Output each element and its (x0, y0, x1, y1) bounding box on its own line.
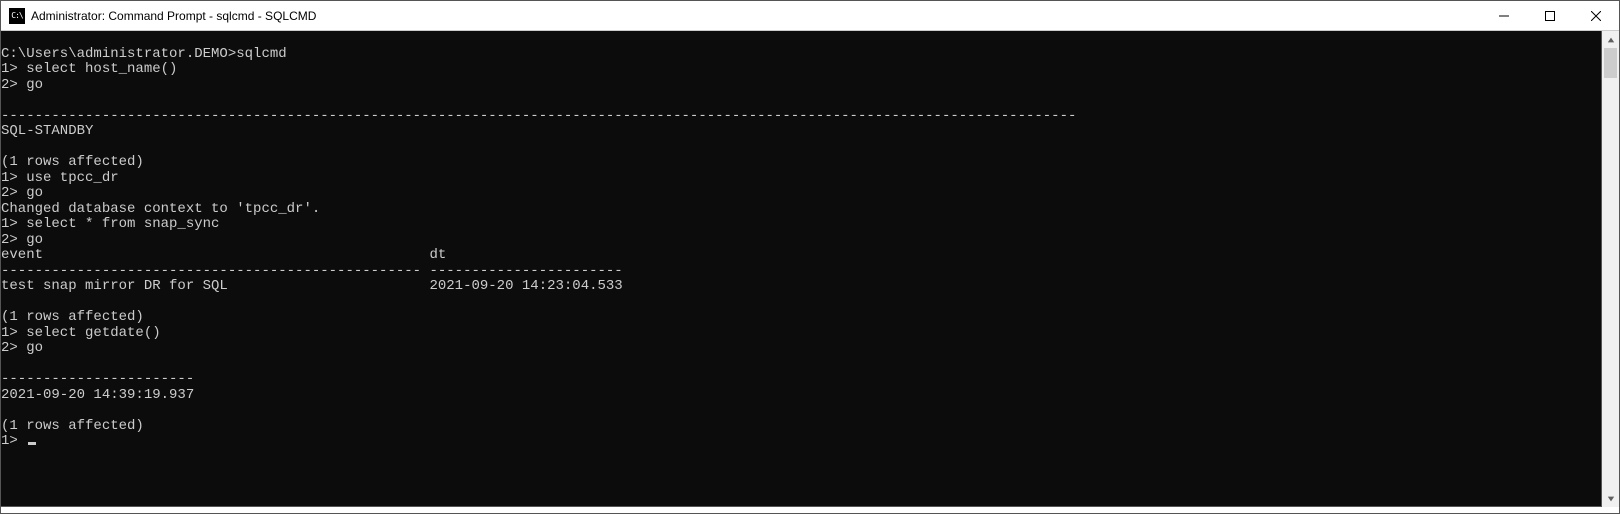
scroll-up-arrow-icon[interactable] (1602, 31, 1619, 48)
window-title: Administrator: Command Prompt - sqlcmd -… (31, 9, 316, 23)
scroll-down-arrow-icon[interactable] (1602, 490, 1619, 507)
scrollbar-track[interactable] (1602, 48, 1619, 490)
titlebar[interactable]: C:\ Administrator: Command Prompt - sqlc… (1, 1, 1619, 31)
console-area: C:\Users\administrator.DEMO>sqlcmd 1> se… (1, 31, 1619, 513)
cmd-icon: C:\ (9, 8, 25, 24)
scrollbar-thumb[interactable] (1604, 48, 1617, 78)
minimize-button[interactable] (1481, 1, 1527, 31)
cursor (28, 442, 36, 445)
terminal-output[interactable]: C:\Users\administrator.DEMO>sqlcmd 1> se… (1, 31, 1602, 507)
close-button[interactable] (1573, 1, 1619, 31)
maximize-button[interactable] (1527, 1, 1573, 31)
vertical-scrollbar[interactable] (1602, 31, 1619, 507)
cmd-icon-label: C:\ (11, 11, 22, 20)
